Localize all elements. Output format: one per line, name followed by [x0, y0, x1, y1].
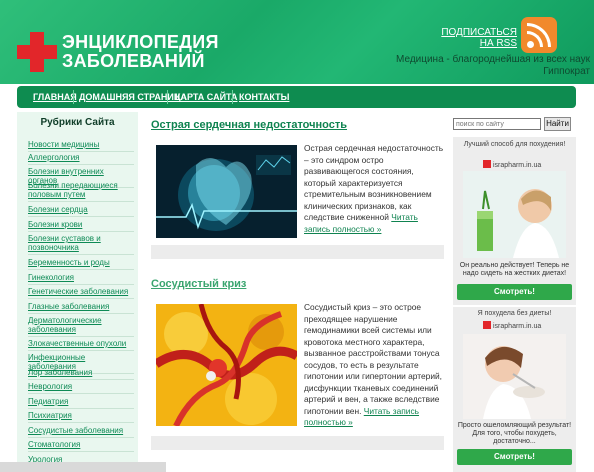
ad-source-text[interactable]: israpharm.in.ua — [493, 162, 541, 169]
nav-item-homepage[interactable]: ДОМАШНЯЯ СТРАНИЦА — [79, 92, 187, 102]
sidebar-item-ent[interactable]: Лор заболевания — [28, 368, 134, 380]
sidebar-item-allergology[interactable]: Аллергология — [28, 153, 134, 165]
ad-headline[interactable]: Я похудела без диеты! — [453, 310, 576, 318]
article-excerpt: Сосудистый криз – это острое преходящее … — [304, 302, 444, 429]
ad-image[interactable] — [463, 171, 566, 258]
heart-xray-image[interactable] — [156, 145, 297, 238]
red-cross-logo-icon[interactable] — [17, 32, 57, 72]
motto-author: Гиппократ — [543, 66, 590, 77]
logo-line-1[interactable]: ЭНЦИКЛОПЕДИЯ — [62, 33, 219, 52]
right-sidebar: Найти Лучший способ для похудения! israp… — [453, 112, 576, 472]
sidebar-item-eye[interactable]: Глазные заболевания — [28, 302, 134, 314]
nav-divider — [167, 90, 168, 104]
ad-block: Я похудела без диеты! israpharm.in.ua Пр… — [453, 307, 576, 472]
sidebar-item-pregnancy[interactable]: Беременность и роды — [28, 258, 134, 270]
ad-image[interactable] — [463, 334, 566, 419]
subscribe-line-2[interactable]: НА RSS — [441, 38, 517, 49]
subscribe-line-1[interactable]: ПОДПИСАТЬСЯ — [441, 27, 517, 38]
sidebar-item-gynecology[interactable]: Гинекология — [28, 273, 134, 285]
article-footer-bar — [151, 436, 444, 450]
site-header: ЭНЦИКЛОПЕДИЯ ЗАБОЛЕВАНИЙ ПОДПИСАТЬСЯ НА … — [0, 0, 594, 84]
motto-quote: Медицина - благороднейшая из всех наук — [396, 54, 590, 65]
ad-block: Лучший способ для похудения! israpharm.i… — [453, 137, 576, 305]
ad-watch-button[interactable]: Смотреть! — [457, 284, 572, 300]
main-content: Острая сердечная недостаточность Острая … — [148, 112, 446, 472]
article-footer-bar — [151, 245, 444, 259]
horizontal-scrollbar[interactable] — [0, 462, 166, 472]
ad-caption[interactable]: Просто ошеломляющий результат! Для того,… — [456, 422, 573, 446]
sidebar-item-joints[interactable]: Болезни суставов и позвоночника — [28, 234, 134, 255]
ad-source-icon — [483, 321, 491, 329]
sidebar-item-std[interactable]: Болезни передающиеся половым путем — [28, 181, 134, 202]
article-title[interactable]: Сосудистый криз — [151, 278, 246, 290]
main-navigation: ГЛАВНАЯ ДОМАШНЯЯ СТРАНИЦА КАРТА САЙТА КО… — [17, 86, 576, 108]
search-button[interactable]: Найти — [544, 117, 571, 131]
sidebar-item-neurology[interactable]: Неврология — [28, 382, 134, 394]
sidebar-item-medical-news[interactable]: Новости медицины — [28, 140, 134, 152]
article-excerpt: Острая сердечная недостаточность – это с… — [304, 143, 444, 235]
site-motto: Медицина - благороднейшая из всех наук Г… — [390, 54, 590, 78]
sidebar-item-vascular[interactable]: Сосудистые заболевания — [28, 426, 134, 438]
ad-source-icon — [483, 160, 491, 168]
sidebar-item-pediatrics[interactable]: Педиатрия — [28, 397, 134, 409]
ad-caption[interactable]: Он реально действует! Теперь не надо сид… — [456, 262, 573, 278]
nav-item-contacts[interactable]: КОНТАКТЫ — [239, 92, 289, 102]
nav-divider — [232, 90, 233, 104]
rss-icon[interactable] — [521, 17, 557, 53]
sidebar-item-tumors[interactable]: Злокачественные опухоли — [28, 339, 134, 351]
ad-source[interactable]: israpharm.in.ua — [483, 321, 541, 330]
article-excerpt-text: Сосудистый криз – это острое преходящее … — [304, 302, 442, 416]
nav-divider — [73, 90, 74, 104]
blood-vessels-image[interactable] — [156, 304, 297, 426]
subscribe-rss-link[interactable]: ПОДПИСАТЬСЯ НА RSS — [441, 27, 517, 49]
logo-line-2[interactable]: ЗАБОЛЕВАНИЙ — [62, 52, 219, 71]
categories-sidebar: Рубрики Сайта Новости медицины Аллерголо… — [17, 112, 138, 472]
sidebar-item-genetic[interactable]: Генетические заболевания — [28, 287, 134, 299]
ad-watch-button[interactable]: Смотреть! — [457, 449, 572, 465]
ad-source-text[interactable]: israpharm.in.ua — [493, 323, 541, 330]
categories-title: Рубрики Сайта — [40, 117, 115, 128]
sidebar-item-dentistry[interactable]: Стоматология — [28, 440, 134, 452]
sidebar-item-heart[interactable]: Болезни сердца — [28, 205, 134, 217]
ad-source[interactable]: israpharm.in.ua — [483, 160, 541, 169]
nav-item-sitemap[interactable]: КАРТА САЙТА — [175, 92, 237, 102]
sidebar-item-dermatology[interactable]: Дерматологические заболевания — [28, 316, 134, 337]
nav-item-home[interactable]: ГЛАВНАЯ — [33, 92, 77, 102]
ad-headline[interactable]: Лучший способ для похудения! — [453, 141, 576, 149]
article-title[interactable]: Острая сердечная недостаточность — [151, 119, 347, 131]
sidebar-item-blood[interactable]: Болезни крови — [28, 220, 134, 232]
site-logo-text[interactable]: ЭНЦИКЛОПЕДИЯ ЗАБОЛЕВАНИЙ — [62, 33, 219, 71]
search-input[interactable] — [453, 118, 541, 130]
sidebar-item-psychiatry[interactable]: Психиатрия — [28, 411, 134, 423]
article-excerpt-text: Острая сердечная недостаточность – это с… — [304, 143, 444, 222]
